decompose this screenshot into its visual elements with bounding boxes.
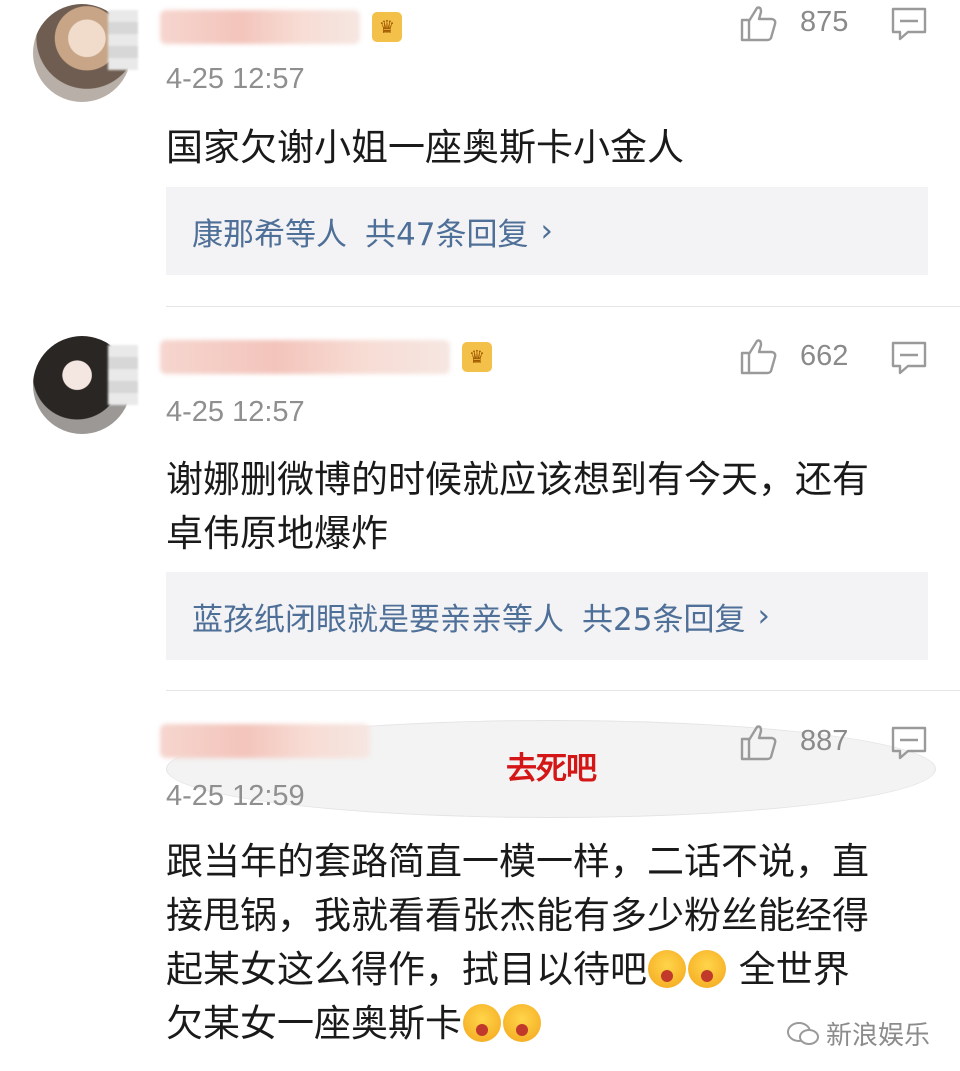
- comment-text-segment: 起某女这么得作，拭目以待吧: [166, 948, 647, 991]
- crying-face-emoji: [648, 950, 686, 988]
- thumbs-up-icon[interactable]: [738, 722, 778, 762]
- reply-users: 康那希等人: [192, 216, 347, 253]
- avatar-text: 去死吧: [506, 751, 597, 787]
- reply-summary[interactable]: 蓝孩纸闭眼就是要亲亲等人 共25条回复 ›: [166, 572, 928, 660]
- comment-bubble-icon[interactable]: [890, 340, 928, 376]
- chevron-right-icon: ›: [540, 213, 553, 249]
- wechat-icon: [787, 1021, 819, 1045]
- comment-text: 国家欠谢小姐一座奥斯卡小金人: [166, 126, 684, 169]
- comment-text-segment: 欠某女一座奥斯卡: [166, 1002, 462, 1045]
- comment-text: 谢娜删微博的时候就应该想到有今天，还有 卓伟原地爆炸: [166, 453, 936, 561]
- reply-count: 共25条回复: [582, 601, 746, 638]
- username-blurred[interactable]: [160, 724, 370, 758]
- smiling-face-emoji: [503, 1004, 541, 1042]
- watermark: 新浪娱乐: [786, 1015, 930, 1052]
- comment-bubble-icon[interactable]: [890, 6, 928, 42]
- comment-bubble-icon[interactable]: [890, 725, 928, 761]
- comment-text-line: 跟当年的套路简直一模一样，二话不说，直: [166, 840, 869, 883]
- comment-text-line: 接甩锅，我就看看张杰能有多少粉丝能经得: [166, 894, 869, 937]
- chevron-right-icon: ›: [757, 598, 770, 634]
- reply-summary[interactable]: 康那希等人 共47条回复 ›: [166, 187, 928, 275]
- like-count: 887: [800, 725, 849, 757]
- comment-text-line: 卓伟原地爆炸: [166, 512, 388, 555]
- like-count: 875: [800, 6, 849, 38]
- divider: [166, 306, 960, 307]
- comment-time: 4-25 12:59: [166, 780, 305, 812]
- comment-time: 4-25 12:57: [166, 63, 305, 95]
- crying-face-emoji: [688, 950, 726, 988]
- username-blurred[interactable]: [160, 340, 450, 374]
- comment-text-segment: 全世界: [738, 948, 850, 991]
- thumbs-up-icon[interactable]: [738, 336, 778, 376]
- like-count: 662: [800, 340, 849, 372]
- divider: [166, 690, 960, 691]
- comment-text-line: 谢娜删微博的时候就应该想到有今天，还有: [166, 458, 869, 501]
- vip-badge-icon: ♛: [462, 342, 492, 372]
- blurred-area: [108, 10, 138, 70]
- blurred-area: [108, 345, 138, 405]
- reply-count: 共47条回复: [365, 216, 529, 253]
- watermark-text: 新浪娱乐: [826, 1021, 931, 1051]
- smiling-face-emoji: [463, 1004, 501, 1042]
- thumbs-up-icon[interactable]: [738, 3, 778, 43]
- username-blurred[interactable]: [160, 10, 360, 44]
- vip-badge-icon: ♛: [372, 12, 402, 42]
- comment-text-line: 起某女这么得作，拭目以待吧 全世界: [166, 943, 936, 997]
- comment-time: 4-25 12:57: [166, 396, 305, 428]
- reply-users: 蓝孩纸闭眼就是要亲亲等人: [192, 601, 564, 638]
